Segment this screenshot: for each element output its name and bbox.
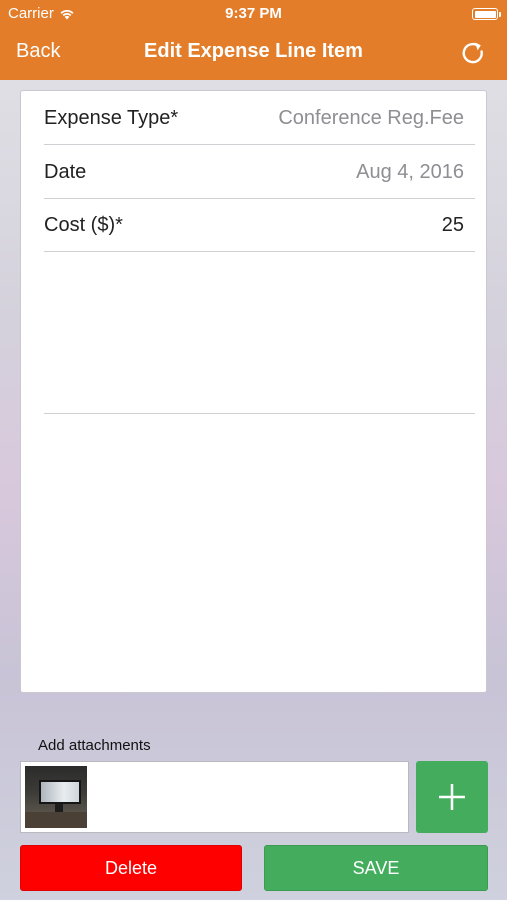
plus-icon	[439, 784, 465, 810]
expense-form-card: Expense Type* Conference Reg.Fee Date Au…	[20, 90, 487, 693]
cost-label: Cost ($)*	[44, 213, 123, 236]
expense-type-row[interactable]: Expense Type* Conference Reg.Fee	[44, 92, 475, 145]
date-value[interactable]: Aug 4, 2016	[356, 161, 475, 184]
refresh-button[interactable]	[459, 39, 487, 67]
save-button[interactable]: SAVE	[264, 845, 488, 891]
navigation-bar: Back Edit Expense Line Item	[0, 28, 507, 80]
status-time: 9:37 PM	[225, 5, 282, 22]
expense-type-label: Expense Type*	[44, 106, 179, 129]
attachments-list	[20, 761, 409, 833]
attachments-label: Add attachments	[38, 737, 151, 754]
date-row[interactable]: Date Aug 4, 2016	[44, 146, 475, 199]
delete-button[interactable]: Delete	[20, 845, 242, 891]
cost-row[interactable]: Cost ($)* 25	[44, 199, 475, 252]
notes-field[interactable]	[44, 253, 475, 414]
expense-type-value[interactable]: Conference Reg.Fee	[278, 107, 475, 130]
top-bar: Carrier 9:37 PM Back Edit Expense Line I…	[0, 0, 507, 80]
page-title: Edit Expense Line Item	[144, 40, 363, 62]
status-bar: Carrier 9:37 PM	[0, 0, 507, 28]
date-label: Date	[44, 160, 87, 183]
add-attachment-button[interactable]	[416, 761, 488, 833]
battery-icon	[472, 8, 501, 20]
attachment-thumbnail[interactable]	[25, 766, 87, 828]
cost-value[interactable]: 25	[442, 214, 475, 237]
refresh-icon	[462, 42, 483, 64]
